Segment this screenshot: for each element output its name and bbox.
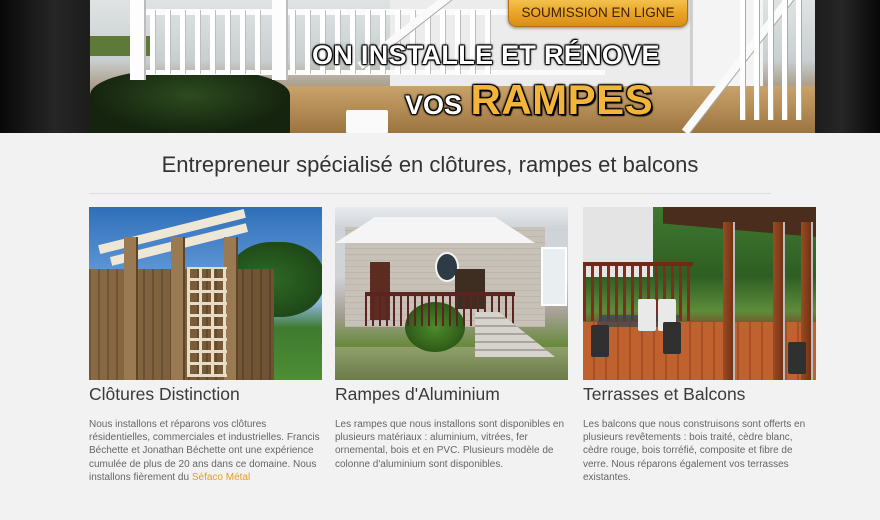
hero-side-right [815,0,880,133]
service-title[interactable]: Rampes d'Aluminium [335,384,568,405]
divider [89,193,771,194]
online-quote-button[interactable]: SOUMISSION EN LIGNE [508,0,688,27]
service-title[interactable]: Clôtures Distinction [89,384,322,405]
service-card-clotures: Clôtures Distinction Nous installons et … [89,207,322,484]
hero-headline-line2: VOS RAMPES [405,76,653,124]
service-card-rampes: Rampes d'Aluminium Les rampes que nous i… [335,207,568,471]
fence-pergola-photo[interactable] [89,207,322,380]
deck-terrace-photo[interactable] [583,207,816,380]
service-description: Nous installons et réparons vos clôtures… [89,419,320,483]
service-description: Les rampes que nous installons sont disp… [335,419,565,470]
hero-banner: SOUMISSION EN LIGNE ON INSTALLE ET RÉNOV… [0,0,880,133]
service-card-terrasses: Terrasses et Balcons Les balcons que nou… [583,207,816,484]
page-tagline: Entrepreneur spécialisé en clôtures, ram… [161,152,699,177]
hero-headline-rampes: RAMPES [470,76,654,123]
hero-side-left [0,0,90,133]
service-title[interactable]: Terrasses et Balcons [583,384,816,405]
hero-headline-line1: ON INSTALLE ET RÉNOVE [312,40,660,70]
service-description: Les balcons que nous construisons sont o… [583,419,806,483]
hero-headline-vos: VOS [405,90,463,120]
sefaco-metal-link[interactable]: Séfaco Métal [192,472,250,483]
aluminum-railing-photo[interactable] [335,207,568,380]
